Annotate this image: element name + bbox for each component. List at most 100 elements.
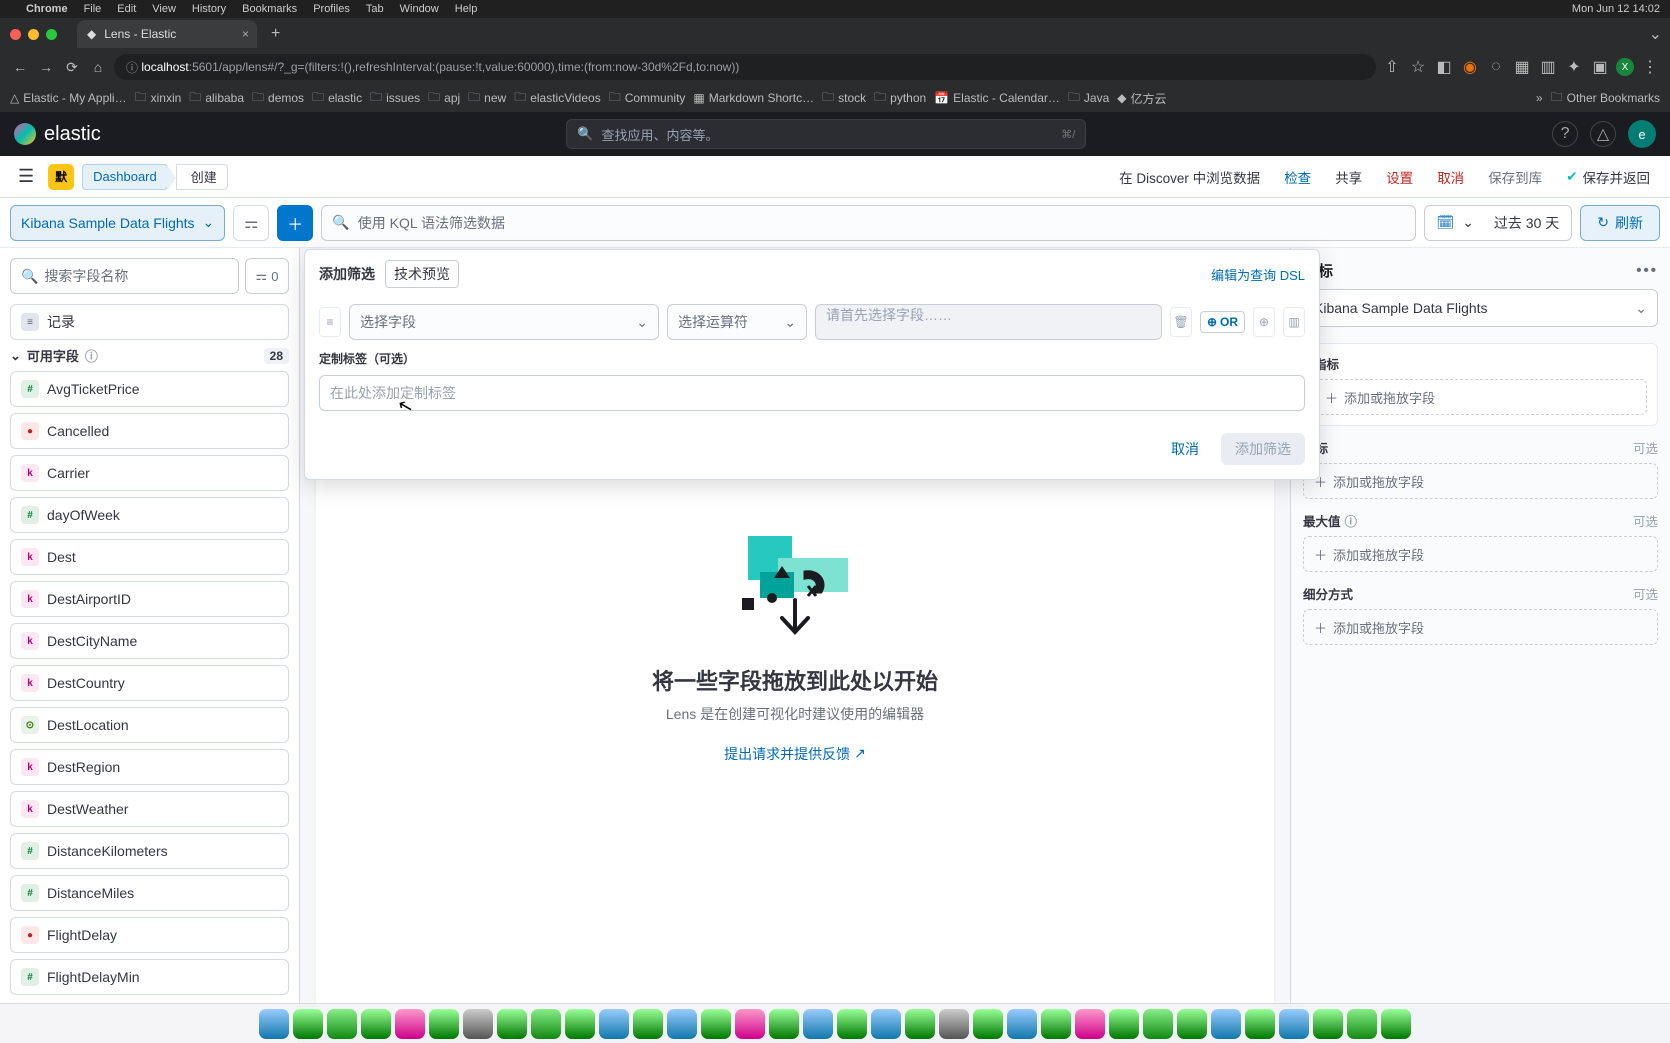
menu-help[interactable]: Help: [455, 3, 478, 15]
bookmark-folder[interactable]: 🗀 Java: [1068, 88, 1109, 109]
dock-app[interactable]: [599, 1009, 629, 1039]
custom-label-input[interactable]: 在此处添加定制标签: [319, 375, 1305, 411]
home-icon[interactable]: ⌂: [88, 59, 108, 75]
bookmark-folder[interactable]: 🗀 issues: [370, 88, 420, 109]
nav-toggle-icon[interactable]: ☰: [12, 166, 40, 187]
dimension-drop-slot[interactable]: ＋添加或拖放字段: [1303, 463, 1658, 499]
menu-tab[interactable]: Tab: [366, 3, 384, 15]
field-item[interactable]: ⊙DestLocation: [10, 707, 289, 743]
dock-app[interactable]: [565, 1009, 595, 1039]
dock-app[interactable]: [1007, 1009, 1037, 1039]
newsfeed-icon[interactable]: △: [1590, 121, 1616, 147]
feedback-link[interactable]: 提出请求并提供反馈 ↗: [724, 744, 866, 764]
bookmark-folder[interactable]: 🗀 alibaba: [189, 88, 244, 109]
menu-profiles[interactable]: Profiles: [313, 3, 350, 15]
share-icon[interactable]: ⇧: [1382, 57, 1402, 77]
dock-app[interactable]: [327, 1009, 357, 1039]
inspect-link[interactable]: 检查: [1276, 167, 1319, 187]
field-item[interactable]: kDestCountry: [10, 665, 289, 701]
field-item[interactable]: #dayOfWeek: [10, 497, 289, 533]
filter-field-select[interactable]: 选择字段⌄: [349, 304, 659, 340]
save-to-library[interactable]: 保存到库: [1480, 167, 1550, 187]
dock-app[interactable]: [667, 1009, 697, 1039]
available-fields-header[interactable]: ⌄可用字段ⓘ28: [10, 346, 289, 365]
dock-app[interactable]: [1075, 1009, 1105, 1039]
dock-app[interactable]: [871, 1009, 901, 1039]
dock-app[interactable]: [463, 1009, 493, 1039]
save-and-return[interactable]: ✔保存并返回: [1558, 167, 1658, 187]
site-info-icon[interactable]: ⓘ: [126, 59, 138, 76]
field-filter-button[interactable]: ⚎0: [245, 258, 289, 294]
elastic-logo[interactable]: elastic: [14, 123, 101, 146]
ext-icon-1[interactable]: ◧: [1434, 57, 1454, 77]
browser-tab[interactable]: ◆ Lens - Elastic ×: [77, 20, 257, 48]
bookmark-folder[interactable]: 🗀 stock: [822, 88, 866, 109]
menu-window[interactable]: Window: [400, 3, 439, 15]
field-item[interactable]: #DistanceKilometers: [10, 833, 289, 869]
bookmark-folder[interactable]: 🗀 new: [468, 88, 506, 109]
filter-value-input[interactable]: 请首先选择字段……: [815, 304, 1162, 340]
ext-icon-4[interactable]: ▦: [1512, 57, 1532, 77]
bookmark-item[interactable]: 📅 Elastic - Calendar…: [934, 91, 1060, 105]
filter-operator-select[interactable]: 选择运算符⌄: [667, 304, 807, 340]
ext-icon-6[interactable]: ▣: [1590, 57, 1610, 77]
add-or-button[interactable]: ⊕OR: [1200, 311, 1245, 333]
dock-app[interactable]: [905, 1009, 935, 1039]
dock-app[interactable]: [1143, 1009, 1173, 1039]
add-filter-button[interactable]: ＋: [277, 205, 313, 241]
bookmark-folder[interactable]: 🗀 Community: [609, 88, 686, 109]
reload-icon[interactable]: ⟳: [62, 59, 82, 76]
edit-as-dsl-link[interactable]: 编辑为查询 DSL: [1211, 265, 1305, 284]
dock-app[interactable]: [1177, 1009, 1207, 1039]
menu-edit[interactable]: Edit: [117, 3, 136, 15]
field-item[interactable]: kDestCityName: [10, 623, 289, 659]
field-item[interactable]: kDestAirportID: [10, 581, 289, 617]
dock-app[interactable]: [837, 1009, 867, 1039]
add-and-button[interactable]: ⊕: [1253, 307, 1275, 337]
dock-app[interactable]: [259, 1009, 289, 1039]
refresh-button[interactable]: ↻刷新: [1580, 205, 1660, 241]
bookmark-folder[interactable]: 🗀 elasticVideos: [514, 88, 601, 109]
bookmark-folder[interactable]: 🗀 demos: [252, 88, 304, 109]
ext-icon-2[interactable]: ◉: [1460, 57, 1480, 77]
dimension-drop-slot[interactable]: ＋添加或拖放字段: [1303, 609, 1658, 645]
menu-app[interactable]: Chrome: [26, 3, 68, 15]
kql-input[interactable]: 🔍使用 KQL 语法筛选数据: [321, 205, 1415, 241]
menu-view[interactable]: View: [152, 3, 176, 15]
menu-file[interactable]: File: [84, 3, 102, 15]
share-link[interactable]: 共享: [1327, 167, 1370, 187]
settings-link[interactable]: 设置: [1378, 167, 1421, 187]
dock-app[interactable]: [735, 1009, 765, 1039]
bookmark-folder[interactable]: 🗀 apj: [428, 88, 460, 109]
dock-app[interactable]: [1109, 1009, 1139, 1039]
close-icon[interactable]: ×: [242, 27, 249, 41]
bookmark-folder[interactable]: 🗀 python: [874, 88, 926, 109]
dock-app[interactable]: [497, 1009, 527, 1039]
dock-app[interactable]: [633, 1009, 663, 1039]
dock-app[interactable]: [701, 1009, 731, 1039]
global-search[interactable]: 🔍 查找应用、内容等。 ⌘/: [566, 119, 1086, 149]
filter-icon-button[interactable]: ⚎: [233, 205, 269, 241]
field-item[interactable]: kCarrier: [10, 455, 289, 491]
profile-avatar[interactable]: X: [1616, 58, 1634, 76]
extensions-icon[interactable]: ✦: [1564, 57, 1584, 77]
new-tab-button[interactable]: +: [265, 25, 286, 43]
menu-history[interactable]: History: [192, 3, 226, 15]
field-item[interactable]: kDest: [10, 539, 289, 575]
tab-overflow-icon[interactable]: ⌄: [1649, 24, 1670, 44]
dock-app[interactable]: [1313, 1009, 1343, 1039]
field-item[interactable]: #AvgTicketPrice: [10, 371, 289, 407]
menu-bookmarks[interactable]: Bookmarks: [242, 3, 297, 15]
bookmark-folder[interactable]: 🗀 xinxin: [135, 88, 182, 109]
field-item[interactable]: ●Cancelled: [10, 413, 289, 449]
dimension-drop-slot[interactable]: ＋添加或拖放字段: [1303, 536, 1658, 572]
bookmark-item[interactable]: ▦ Markdown Shortc…: [693, 91, 814, 105]
dock-app[interactable]: [293, 1009, 323, 1039]
space-badge[interactable]: 默: [48, 164, 74, 190]
window-controls[interactable]: [10, 29, 57, 40]
field-search-input[interactable]: 🔍搜索字段名称: [10, 258, 239, 294]
forward-icon[interactable]: →: [36, 59, 56, 75]
dock-app[interactable]: [1381, 1009, 1411, 1039]
chrome-menu-icon[interactable]: ⋮: [1640, 57, 1660, 77]
dock-app[interactable]: [769, 1009, 799, 1039]
